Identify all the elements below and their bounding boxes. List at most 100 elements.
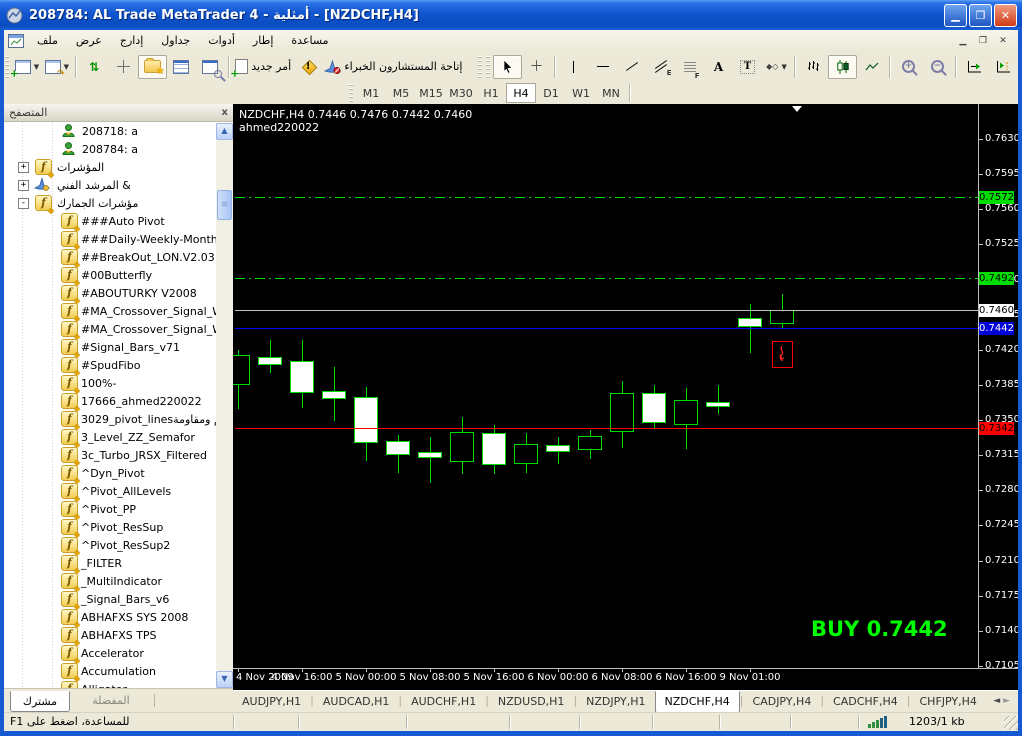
menu-item-5[interactable]: إطار	[244, 30, 282, 51]
timeframe-m1-button[interactable]: M1	[356, 83, 386, 103]
tree-item[interactable]: f ◆ Accumulation	[4, 662, 216, 682]
zoom-out-button[interactable]: −	[923, 55, 952, 79]
timeframe-m30-button[interactable]: M30	[446, 83, 476, 103]
navigator-tree[interactable]: 208718: a 208784: a + f ◆ المؤشرات + المرشد الف…	[4, 122, 216, 688]
menu-item-6[interactable]: مساعدة	[282, 30, 337, 51]
tree-item[interactable]: f ◆ #SpudFibo	[4, 356, 216, 376]
chart-tab-audchfh1[interactable]: AUDCHF,H1	[402, 692, 485, 711]
navigator-tab-common[interactable]: مشترك	[10, 691, 70, 712]
menu-item-2[interactable]: إدارج	[111, 30, 152, 51]
timeframe-m15-button[interactable]: M15	[416, 83, 446, 103]
tree-item[interactable]: f ◆ _Signal_Bars_v6	[4, 590, 216, 610]
zoom-in-button[interactable]: +	[894, 55, 923, 79]
tree-item-group[interactable]: + المرشد الفني &	[4, 176, 216, 194]
chart-window-icon[interactable]	[8, 33, 24, 48]
trendline-button[interactable]	[617, 55, 646, 79]
line-chart-button[interactable]	[857, 55, 886, 79]
timeframe-mn-button[interactable]: MN	[596, 83, 626, 103]
data-window-button[interactable]	[109, 55, 138, 79]
mdi-restore-button[interactable]: ❐	[974, 33, 992, 49]
tree-item[interactable]: f◆#MA_Crossover_Signal_Witl	[4, 320, 216, 340]
tree-item[interactable]: 208718: a	[4, 122, 216, 140]
tree-item[interactable]: f ◆ ABHAFXS SYS 2008	[4, 608, 216, 628]
menu-item-4[interactable]: أدوات	[199, 30, 244, 51]
scrollbar-thumb[interactable]	[217, 190, 232, 220]
expert-advisors-button[interactable]: إتاحة المستشارون الخبراء	[323, 55, 464, 79]
chart-tab-nzdjpyh1[interactable]: NZDJPY,H1	[577, 692, 654, 711]
tree-item-group[interactable]: - f ◆ مؤشرات الجمارك	[4, 194, 216, 214]
terminal-button[interactable]	[167, 55, 196, 79]
timeframe-h4-button[interactable]: H4	[506, 83, 536, 103]
tree-item[interactable]: f ◆ 3_Level_ZZ_Semafor	[4, 428, 216, 448]
tree-item[interactable]: f ◆ #ABOUTURKY V2008	[4, 284, 216, 304]
navigator-scrollbar[interactable]: ▲ ▼	[216, 123, 233, 688]
chart-shift-button[interactable]	[989, 55, 1018, 79]
tree-item[interactable]: f◆###Daily-Weekly-Monthly H	[4, 230, 216, 250]
warning-button[interactable]: !	[294, 55, 323, 79]
auto-scroll-button[interactable]	[960, 55, 989, 79]
strategy-tester-button[interactable]	[196, 55, 225, 79]
channel-button[interactable]: E	[646, 55, 675, 79]
arrows-button[interactable]: ◆◇ ▼	[762, 55, 791, 79]
tree-expander-icon[interactable]: +	[18, 162, 29, 173]
tree-item[interactable]: f◆#MA_Crossover_Signal_Witl	[4, 302, 216, 322]
tree-item[interactable]: f◆Alligator	[4, 680, 216, 688]
tree-item[interactable]: f ◆ ^Pivot_AllLevels	[4, 482, 216, 502]
text-button[interactable]: A	[704, 55, 733, 79]
market-watch-button[interactable]: ⇅	[80, 55, 109, 79]
timeframe-h1-button[interactable]: H1	[476, 83, 506, 103]
tree-item[interactable]: f ◆ 3c_Turbo_JRSX_Filtered	[4, 446, 216, 466]
horizontal-line-button[interactable]	[588, 55, 617, 79]
maximize-button[interactable]: ❐	[969, 3, 992, 27]
tree-item[interactable]: f ◆ 100%-	[4, 374, 216, 394]
tabs-scroll-right-icon[interactable]: ►	[1003, 696, 1010, 706]
menu-item-3[interactable]: جداول	[152, 30, 199, 51]
resize-grip[interactable]	[1004, 716, 1018, 730]
timeframe-d1-button[interactable]: D1	[536, 83, 566, 103]
chart-tab-audjpyh1[interactable]: AUDJPY,H1	[233, 692, 310, 711]
mdi-minimize-button[interactable]: ▁	[954, 33, 972, 49]
text-label-button[interactable]: T	[733, 55, 762, 79]
tree-item[interactable]: f◆3029_pivot_linesدعم ومقاومة	[4, 410, 216, 430]
chart-window[interactable]: NZDCHF,H4 0.7446 0.7476 0.7442 0.7460 ah…	[233, 104, 1018, 690]
new-chart-button[interactable]: + ▼	[10, 55, 42, 79]
chart-tab-audcadh1[interactable]: AUDCAD,H1	[314, 692, 399, 711]
navigator-button[interactable]: ★	[137, 54, 167, 79]
candlestick-chart-button[interactable]	[828, 54, 857, 79]
tree-item[interactable]: f ◆ ^Pivot_PP	[4, 500, 216, 520]
navigator-tab-favorites[interactable]: المفضلة	[76, 691, 146, 710]
tree-item[interactable]: f ◆ ##BreakOut_LON.V2.03	[4, 248, 216, 268]
minimize-button[interactable]: ▁	[944, 3, 967, 27]
tree-item[interactable]: f ◆ ^Pivot_ResSup	[4, 518, 216, 538]
timeframe-m5-button[interactable]: M5	[386, 83, 416, 103]
crosshair-button[interactable]: ＋	[522, 55, 551, 79]
chart-tab-cadjpyh4[interactable]: CADJPY,H4	[744, 692, 821, 711]
fibonacci-button[interactable]: F	[675, 55, 704, 79]
chart-tab-nzdchfh4[interactable]: NZDCHF,H4	[654, 691, 740, 713]
menu-item-1[interactable]: عرض	[67, 30, 111, 51]
vertical-line-button[interactable]	[559, 55, 588, 79]
tree-item[interactable]: f ◆ #Signal_Bars_v71	[4, 338, 216, 358]
bar-chart-button[interactable]	[799, 55, 828, 79]
tree-item[interactable]: f ◆ #00Butterfly	[4, 266, 216, 286]
menu-item-0[interactable]: ملف	[28, 30, 67, 51]
tree-expander-icon[interactable]: -	[18, 198, 29, 209]
chart-tab-cadchfh4[interactable]: CADCHF,H4	[824, 692, 907, 711]
scroll-down-button[interactable]: ▼	[216, 671, 233, 688]
cursor-button[interactable]	[493, 54, 522, 79]
tree-item[interactable]: f ◆ ###Auto Pivot	[4, 212, 216, 232]
mdi-close-button[interactable]: ✕	[994, 33, 1012, 49]
tree-item-group[interactable]: + f ◆ المؤشرات	[4, 158, 216, 178]
tree-item[interactable]: f ◆ ^Dyn_Pivot	[4, 464, 216, 484]
tree-item[interactable]: f ◆ ABHAFXS TPS	[4, 626, 216, 646]
scroll-up-button[interactable]: ▲	[216, 123, 233, 140]
chart-tab-nzdusdh1[interactable]: NZDUSD,H1	[489, 692, 574, 711]
close-button[interactable]: ✕	[994, 3, 1017, 27]
tree-item[interactable]: f ◆ ^Pivot_ResSup2	[4, 536, 216, 556]
tree-item[interactable]: f ◆ _MultiIndicator	[4, 572, 216, 592]
timeframe-w1-button[interactable]: W1	[566, 83, 596, 103]
tree-item[interactable]: f ◆ 17666_ahmed220022	[4, 392, 216, 412]
tree-item[interactable]: f ◆ _FILTER	[4, 554, 216, 574]
tree-item[interactable]: 208784: a	[4, 140, 216, 158]
profiles-button[interactable]: ↷ ▼	[42, 55, 72, 79]
